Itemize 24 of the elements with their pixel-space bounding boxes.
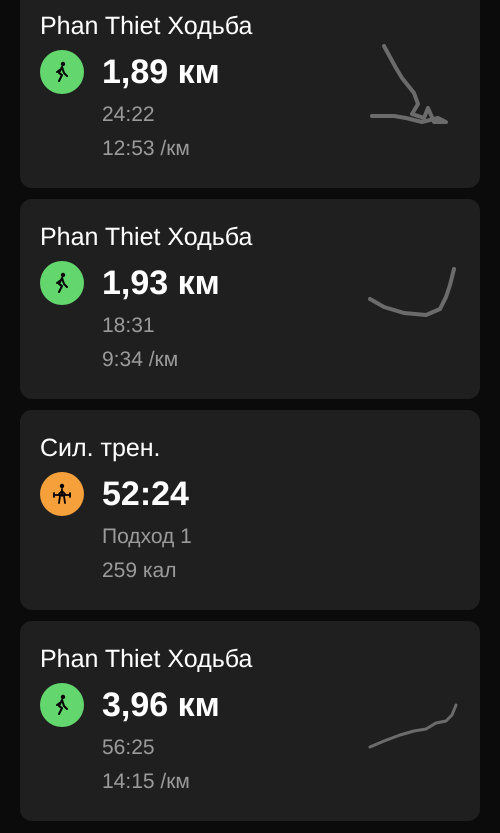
- workout-value: 52:24: [102, 474, 189, 514]
- workout-detail: 12:53 /км: [102, 136, 191, 162]
- workout-detail: Подход 1: [102, 524, 193, 550]
- workout-detail: 18:31: [102, 313, 156, 339]
- workout-detail: 9:34 /км: [102, 347, 180, 373]
- workout-title: Сил. трен.: [40, 434, 162, 462]
- workout-card[interactable]: Phan Thiet Ходьба 1,89 км 24:22 12:53 /км: [20, 0, 480, 188]
- workout-title: Phan Thiet Ходьба: [40, 223, 254, 251]
- workout-card[interactable]: Сил. трен. 52:24 Подход 1 259 кал: [20, 410, 480, 610]
- workout-title: Phan Thiet Ходьба: [40, 645, 254, 673]
- workout-card[interactable]: Phan Thiet Ходьба 1,93 км 18:31 9:34 /км: [20, 199, 480, 399]
- weightlifter-icon: [40, 472, 84, 516]
- workout-value: 3,96 км: [102, 685, 220, 725]
- walking-figure-icon: [40, 50, 84, 94]
- workout-title: Phan Thiet Ходьба: [40, 12, 254, 40]
- workout-card[interactable]: Phan Thiet Ходьба 3,96 км 56:25 14:15 /км: [20, 621, 480, 821]
- walking-figure-icon: [40, 683, 84, 727]
- workout-detail: 14:15 /км: [102, 769, 191, 795]
- walking-figure-icon: [40, 261, 84, 305]
- workout-value: 1,89 км: [102, 52, 220, 92]
- workout-detail: 259 кал: [102, 558, 178, 584]
- workout-value: 1,93 км: [102, 263, 220, 303]
- workout-detail: 24:22: [102, 102, 156, 128]
- workout-detail: 56:25: [102, 735, 156, 761]
